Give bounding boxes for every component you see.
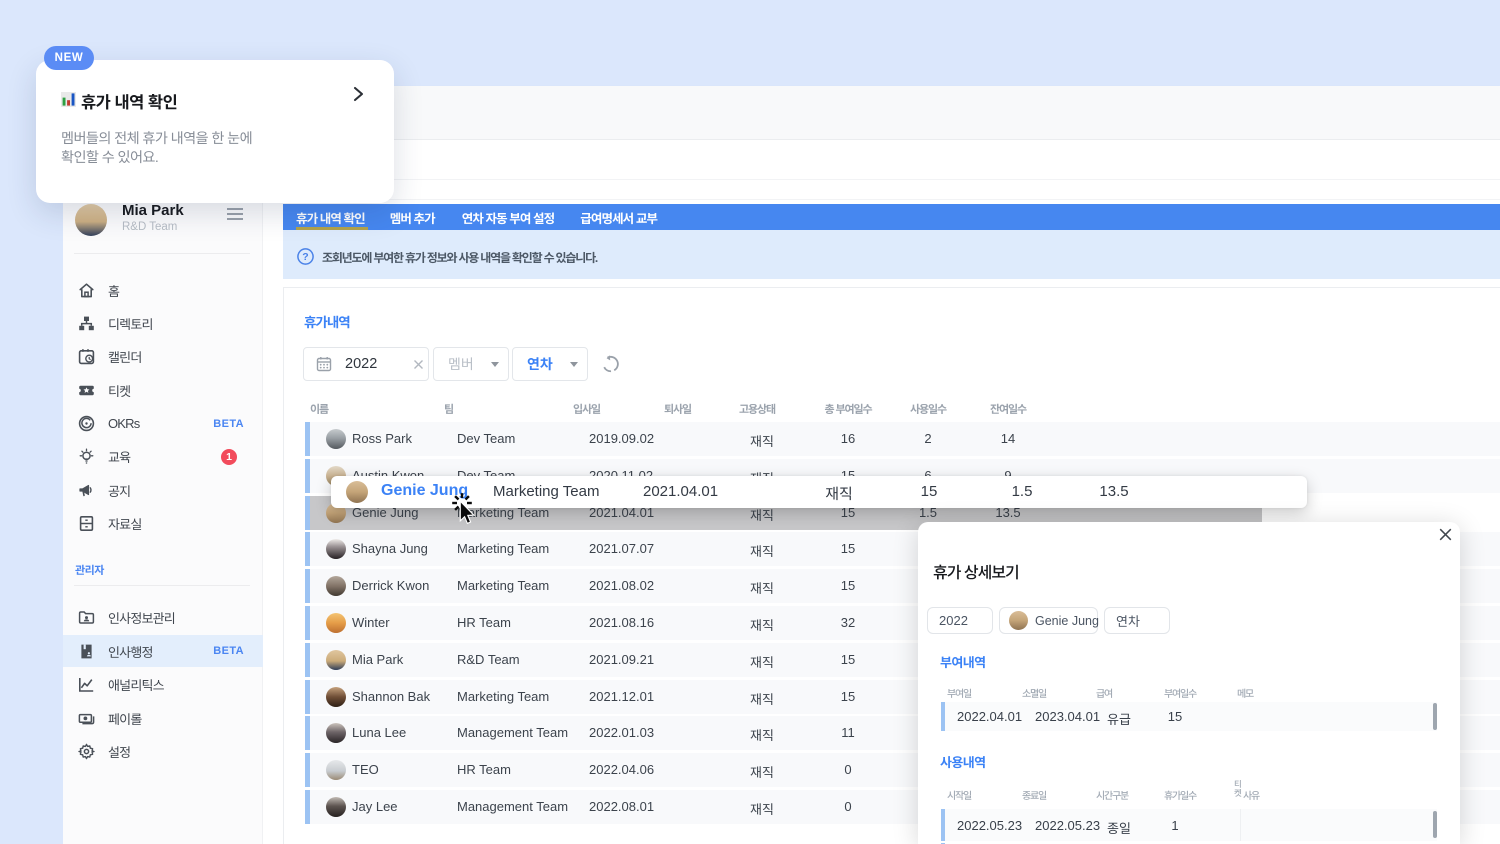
svg-text:?: ?	[302, 251, 308, 263]
